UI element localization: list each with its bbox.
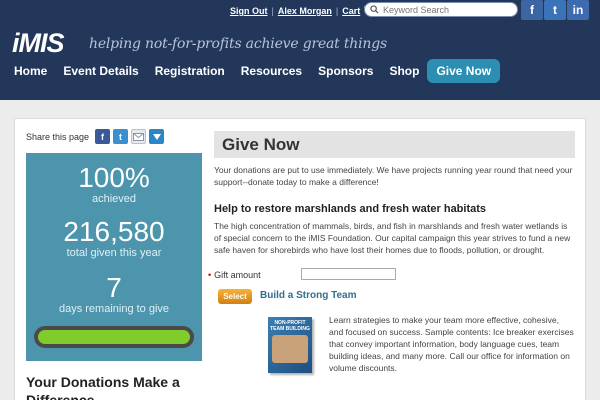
page-title: Give Now — [214, 131, 575, 158]
achieved-label: achieved — [91, 193, 137, 205]
required-marker: • — [208, 270, 212, 280]
nav-shop[interactable]: Shop — [389, 64, 419, 78]
linkedin-icon[interactable]: in — [567, 0, 589, 20]
total-given-label: total given this year — [66, 247, 162, 259]
nav-resources[interactable]: Resources — [241, 64, 302, 78]
main-content: Give Now Your donations are put to use i… — [208, 131, 575, 373]
twitter-icon[interactable]: t — [544, 0, 566, 20]
site-logo[interactable]: iMIS — [12, 28, 65, 59]
share-more-icon[interactable] — [149, 129, 165, 144]
search-input[interactable] — [383, 4, 513, 15]
select-button[interactable]: Select — [218, 289, 252, 304]
search-box[interactable] — [364, 2, 518, 17]
book-cover-title: NON-PROFIT TEAM BUILDING — [270, 320, 310, 332]
content-panel: Share this page f t 100% achieved 216,58… — [14, 118, 586, 400]
total-given-value: 216,580 — [63, 216, 165, 247]
search-icon — [370, 5, 379, 14]
donations-heading: Your Donations Make a Difference — [26, 374, 180, 400]
gift-amount-label: Gift amount — [214, 270, 261, 280]
nav-registration[interactable]: Registration — [155, 64, 225, 78]
section-text: The high concentration of mammals, birds… — [214, 221, 571, 255]
facebook-icon[interactable]: f — [95, 129, 111, 144]
nav-give-now[interactable]: Give Now — [427, 59, 501, 83]
share-label: Share this page — [26, 131, 90, 142]
user-name-link[interactable]: Alex Morgan — [278, 6, 332, 16]
section-title: Help to restore marshlands and fresh wat… — [214, 203, 487, 215]
nav-event-details[interactable]: Event Details — [63, 64, 138, 78]
intro-text: Your donations are put to use immediatel… — [214, 165, 573, 187]
nav-home[interactable]: Home — [14, 64, 47, 78]
email-icon[interactable] — [131, 129, 147, 144]
tagline: helping not-for-profits achieve great th… — [89, 36, 387, 52]
sign-out-link[interactable]: Sign Out — [230, 6, 268, 16]
share-bar: Share this page f t — [26, 129, 165, 144]
cart-link[interactable]: Cart — [342, 6, 360, 16]
facebook-icon[interactable]: f — [521, 0, 543, 20]
gift-amount-row: • Gift amount — [208, 268, 508, 282]
progress-fill — [38, 330, 190, 344]
main-nav: Home Event Details Registration Resource… — [14, 58, 516, 84]
achieved-value: 100% — [78, 162, 150, 193]
book-cover-photo — [272, 335, 308, 363]
separator: | — [335, 6, 339, 16]
product-title-link[interactable]: Build a Strong Team — [260, 290, 357, 301]
gift-amount-input[interactable] — [301, 268, 396, 280]
nav-sponsors[interactable]: Sponsors — [318, 64, 373, 78]
separator: | — [271, 6, 274, 16]
site-header: Sign Out | Alex Morgan | Cart f t in iMI… — [0, 0, 600, 100]
progress-bar — [34, 326, 194, 348]
fundraising-stats: 100% achieved 216,580 total given this y… — [26, 153, 202, 361]
days-remaining-label: days remaining to give — [58, 303, 170, 315]
book-cover-image[interactable]: NON-PROFIT TEAM BUILDING — [268, 317, 312, 373]
account-links: Sign Out | Alex Morgan | Cart — [230, 3, 376, 19]
twitter-icon[interactable]: t — [113, 129, 129, 144]
days-remaining-value: 7 — [106, 272, 122, 303]
product-description: Learn strategies to make your team more … — [329, 315, 574, 373]
